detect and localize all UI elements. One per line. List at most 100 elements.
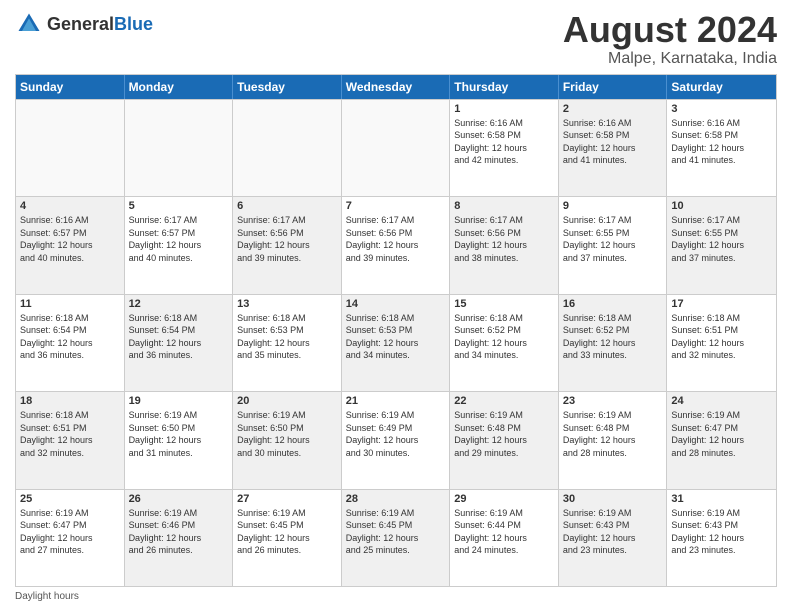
cal-cell: 13 Sunrise: 6:18 AM Sunset: 6:53 PM Dayli… [233,295,342,391]
day-number: 6 [237,200,337,212]
day-number: 5 [129,200,229,212]
day-number: 3 [671,103,772,115]
cal-row: 11 Sunrise: 6:18 AM Sunset: 6:54 PM Dayli… [16,294,776,391]
cal-cell: 18 Sunrise: 6:18 AM Sunset: 6:51 PM Dayli… [16,392,125,488]
cal-cell: 17 Sunrise: 6:18 AM Sunset: 6:51 PM Dayli… [667,295,776,391]
calendar: SundayMondayTuesdayWednesdayThursdayFrid… [15,74,777,587]
day-info: Sunrise: 6:18 AM Sunset: 6:51 PM Dayligh… [671,312,772,362]
day-info: Sunrise: 6:18 AM Sunset: 6:53 PM Dayligh… [346,312,446,362]
cal-header-cell: Sunday [16,75,125,99]
cal-header-cell: Thursday [450,75,559,99]
day-info: Sunrise: 6:19 AM Sunset: 6:43 PM Dayligh… [671,507,772,557]
day-info: Sunrise: 6:19 AM Sunset: 6:45 PM Dayligh… [237,507,337,557]
title-block: August 2024 Malpe, Karnataka, India [563,10,777,68]
title-location: Malpe, Karnataka, India [563,50,777,68]
cal-cell: 25Sunrise: 6:19 AM Sunset: 6:47 PM Dayli… [16,490,125,586]
cal-cell: 19 Sunrise: 6:19 AM Sunset: 6:50 PM Dayli… [125,392,234,488]
day-number: 26 [129,493,229,505]
day-number: 9 [563,200,663,212]
cal-header-cell: Wednesday [342,75,451,99]
cal-cell [16,100,125,196]
day-number: 4 [20,200,120,212]
cal-cell: 9 Sunrise: 6:17 AM Sunset: 6:55 PM Daylig… [559,197,668,293]
day-number: 14 [346,298,446,310]
cal-cell: 8 Sunrise: 6:17 AM Sunset: 6:56 PM Daylig… [450,197,559,293]
day-info: Sunrise: 6:19 AM Sunset: 6:44 PM Dayligh… [454,507,554,557]
day-info: Sunrise: 6:17 AM Sunset: 6:56 PM Dayligh… [237,214,337,264]
footer-note: Daylight hours [15,591,777,602]
day-number: 8 [454,200,554,212]
calendar-body: 1 Sunrise: 6:16 AM Sunset: 6:58 PM Daylig… [16,99,776,586]
cal-cell: 15 Sunrise: 6:18 AM Sunset: 6:52 PM Dayli… [450,295,559,391]
cal-cell [233,100,342,196]
day-number: 2 [563,103,663,115]
day-number: 30 [563,493,663,505]
day-info: Sunrise: 6:18 AM Sunset: 6:51 PM Dayligh… [20,409,120,459]
cal-cell: 22Sunrise: 6:19 AM Sunset: 6:48 PM Dayli… [450,392,559,488]
logo-general: General [47,14,114,34]
logo-blue: Blue [114,14,153,34]
cal-row: 1 Sunrise: 6:16 AM Sunset: 6:58 PM Daylig… [16,99,776,196]
day-info: Sunrise: 6:18 AM Sunset: 6:53 PM Dayligh… [237,312,337,362]
day-number: 12 [129,298,229,310]
day-number: 17 [671,298,772,310]
day-number: 7 [346,200,446,212]
cal-cell: 11 Sunrise: 6:18 AM Sunset: 6:54 PM Dayli… [16,295,125,391]
day-number: 16 [563,298,663,310]
cal-cell: 29 Sunrise: 6:19 AM Sunset: 6:44 PM Dayli… [450,490,559,586]
cal-cell: 20 Sunrise: 6:19 AM Sunset: 6:50 PM Dayli… [233,392,342,488]
day-number: 19 [129,395,229,407]
cal-row: 4 Sunrise: 6:16 AM Sunset: 6:57 PM Daylig… [16,196,776,293]
logo: GeneralBlue [15,10,153,38]
cal-cell: 28 Sunrise: 6:19 AM Sunset: 6:45 PM Dayli… [342,490,451,586]
day-info: Sunrise: 6:16 AM Sunset: 6:57 PM Dayligh… [20,214,120,264]
page: GeneralBlue August 2024 Malpe, Karnataka… [0,0,792,612]
cal-cell: 10Sunrise: 6:17 AM Sunset: 6:55 PM Dayli… [667,197,776,293]
day-info: Sunrise: 6:18 AM Sunset: 6:52 PM Dayligh… [454,312,554,362]
cal-header-cell: Saturday [667,75,776,99]
day-info: Sunrise: 6:18 AM Sunset: 6:54 PM Dayligh… [129,312,229,362]
day-info: Sunrise: 6:18 AM Sunset: 6:54 PM Dayligh… [20,312,120,362]
day-info: Sunrise: 6:19 AM Sunset: 6:45 PM Dayligh… [346,507,446,557]
logo-icon [15,10,43,38]
day-info: Sunrise: 6:17 AM Sunset: 6:56 PM Dayligh… [346,214,446,264]
day-number: 29 [454,493,554,505]
day-info: Sunrise: 6:19 AM Sunset: 6:46 PM Dayligh… [129,507,229,557]
cal-cell: 31Sunrise: 6:19 AM Sunset: 6:43 PM Dayli… [667,490,776,586]
day-info: Sunrise: 6:19 AM Sunset: 6:50 PM Dayligh… [129,409,229,459]
day-number: 15 [454,298,554,310]
cal-cell: 4 Sunrise: 6:16 AM Sunset: 6:57 PM Daylig… [16,197,125,293]
day-info: Sunrise: 6:17 AM Sunset: 6:56 PM Dayligh… [454,214,554,264]
cal-cell: 14 Sunrise: 6:18 AM Sunset: 6:53 PM Dayli… [342,295,451,391]
logo-text: GeneralBlue [47,14,153,35]
day-number: 10 [671,200,772,212]
cal-cell: 23Sunrise: 6:19 AM Sunset: 6:48 PM Dayli… [559,392,668,488]
day-info: Sunrise: 6:19 AM Sunset: 6:48 PM Dayligh… [454,409,554,459]
cal-row: 25Sunrise: 6:19 AM Sunset: 6:47 PM Dayli… [16,489,776,586]
cal-header-cell: Monday [125,75,234,99]
cal-cell: 16Sunrise: 6:18 AM Sunset: 6:52 PM Dayli… [559,295,668,391]
day-number: 13 [237,298,337,310]
day-info: Sunrise: 6:19 AM Sunset: 6:47 PM Dayligh… [20,507,120,557]
day-number: 18 [20,395,120,407]
calendar-header: SundayMondayTuesdayWednesdayThursdayFrid… [16,75,776,99]
day-number: 20 [237,395,337,407]
day-number: 28 [346,493,446,505]
day-number: 24 [671,395,772,407]
day-info: Sunrise: 6:17 AM Sunset: 6:57 PM Dayligh… [129,214,229,264]
cal-cell: 30 Sunrise: 6:19 AM Sunset: 6:43 PM Dayli… [559,490,668,586]
day-number: 27 [237,493,337,505]
cal-cell: 24 Sunrise: 6:19 AM Sunset: 6:47 PM Dayli… [667,392,776,488]
cal-cell: 3Sunrise: 6:16 AM Sunset: 6:58 PM Daylig… [667,100,776,196]
day-info: Sunrise: 6:19 AM Sunset: 6:47 PM Dayligh… [671,409,772,459]
day-info: Sunrise: 6:17 AM Sunset: 6:55 PM Dayligh… [563,214,663,264]
day-number: 11 [20,298,120,310]
cal-cell: 26 Sunrise: 6:19 AM Sunset: 6:46 PM Dayli… [125,490,234,586]
day-info: Sunrise: 6:19 AM Sunset: 6:50 PM Dayligh… [237,409,337,459]
cal-cell [342,100,451,196]
day-info: Sunrise: 6:19 AM Sunset: 6:43 PM Dayligh… [563,507,663,557]
cal-header-cell: Friday [559,75,668,99]
day-info: Sunrise: 6:19 AM Sunset: 6:48 PM Dayligh… [563,409,663,459]
day-info: Sunrise: 6:16 AM Sunset: 6:58 PM Dayligh… [454,117,554,167]
day-number: 1 [454,103,554,115]
